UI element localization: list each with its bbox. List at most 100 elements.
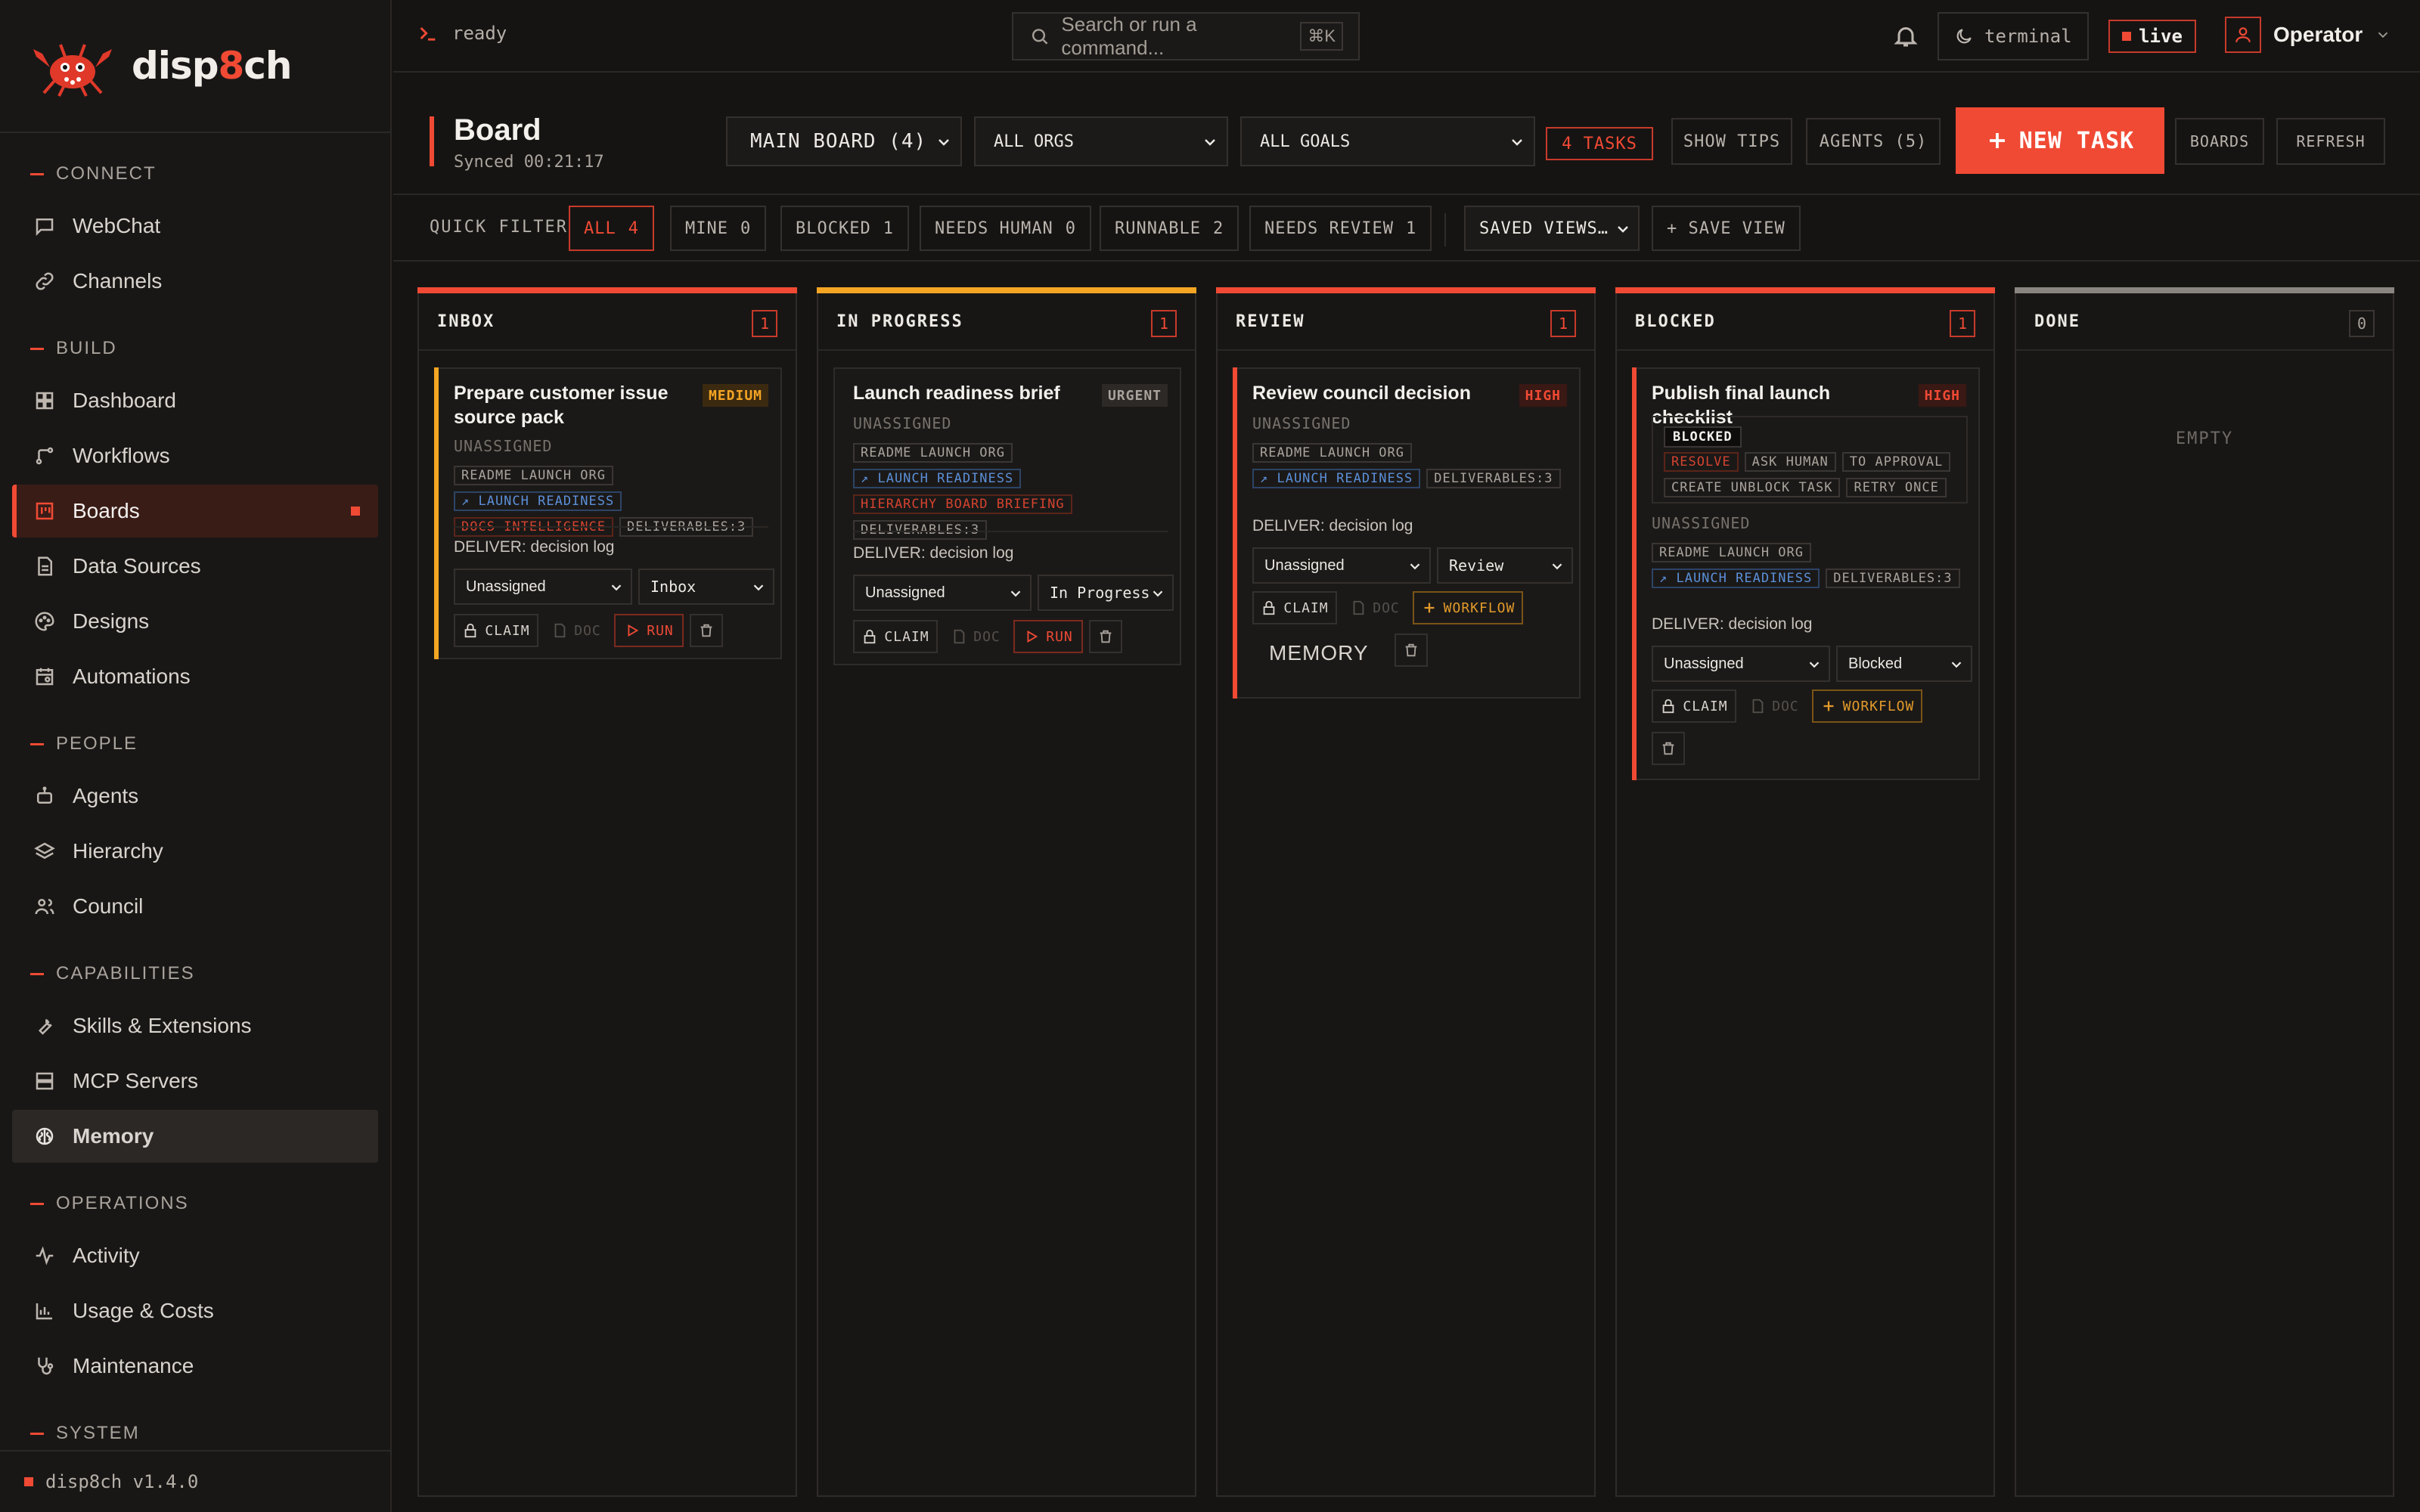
sidebar-item-automations[interactable]: Automations [12,650,378,703]
command-search[interactable]: Search or run a command... ⌘K [1012,12,1360,60]
workflow-button[interactable]: WORKFLOW [1812,689,1922,723]
task-card[interactable]: Launch readiness brief URGENT UNASSIGNED… [833,367,1181,665]
sidebar-item-data-sources[interactable]: Data Sources [12,540,378,593]
claim-button[interactable]: CLAIM [853,620,938,653]
file-icon [1353,600,1364,615]
tag-link[interactable]: ↗ LAUNCH READINESS [454,491,622,511]
status-select[interactable]: Inbox [638,569,774,605]
new-task-button[interactable]: NEW TASK [1956,107,2164,174]
tag-link[interactable]: ↗ LAUNCH READINESS [1252,469,1421,488]
task-card[interactable]: Publish final launch checklist HIGH BLOC… [1632,367,1980,780]
workflow-icon [36,447,54,465]
sidebar-item-workflows[interactable]: Workflows [12,429,378,482]
claim-button[interactable]: CLAIM [1252,591,1337,624]
status-select[interactable]: Blocked [1836,646,1972,682]
column-accent [417,287,797,293]
refresh-button[interactable]: REFRESH [2276,118,2385,165]
filter-blocked[interactable]: BLOCKED 1 [780,206,909,251]
doc-button[interactable]: DOC [1742,689,1806,723]
status-select[interactable]: Review [1437,547,1573,584]
doc-button[interactable]: DOC [1343,591,1407,624]
tag[interactable]: README LAUNCH ORG [1652,543,1811,562]
create-unblock-task-button[interactable]: CREATE UNBLOCK TASK [1664,478,1841,497]
blocked-badge: BLOCKED [1664,426,1742,448]
assignee-select[interactable]: Unassigned [1652,646,1830,682]
theme-toggle[interactable]: terminal [1938,12,2089,60]
brand[interactable]: disp8ch [0,0,390,133]
save-view-button[interactable]: + SAVE VIEW [1652,206,1801,251]
tag[interactable]: README LAUNCH ORG [853,443,1013,463]
filter-all[interactable]: ALL 4 [569,206,654,251]
sidebar-item-council[interactable]: Council [12,880,378,933]
section-operations: OPERATIONS [0,1188,390,1219]
claim-button[interactable]: CLAIM [1652,689,1736,723]
to-approval-button[interactable]: TO APPROVAL [1841,452,1951,472]
filter-needs-human[interactable]: NEEDS HUMAN 0 [920,206,1091,251]
column-header: REVIEW 1 [1218,293,1594,351]
sidebar-item-mcp-servers[interactable]: MCP Servers [12,1055,378,1108]
board-header: Board Synced 00:21:17 MAIN BOARD (4) ALL… [393,74,2420,195]
show-tips-button[interactable]: SHOW TIPS [1671,118,1792,165]
sidebar-item-memory[interactable]: Memory [12,1110,378,1163]
task-card[interactable]: Prepare customer issue source pack MEDIU… [434,367,782,659]
section-capabilities: CAPABILITIES [0,959,390,989]
filter-runnable[interactable]: RUNNABLE 2 [1100,206,1239,251]
sidebar-item-hierarchy[interactable]: Hierarchy [12,825,378,878]
plus-icon [1823,701,1834,711]
workflow-button[interactable]: WORKFLOW [1413,591,1523,624]
tag[interactable]: DELIVERABLES:3 [853,520,988,540]
sidebar-item-webchat[interactable]: WebChat [12,200,378,253]
run-button[interactable]: RUN [1013,620,1083,653]
sidebar-item-channels[interactable]: Channels [12,255,378,308]
run-button[interactable]: RUN [614,614,684,647]
sidebar-item-boards[interactable]: Boards [12,485,378,538]
resolve-button[interactable]: RESOLVE [1664,452,1739,472]
sidebar-item-usage-costs[interactable]: Usage & Costs [12,1284,378,1337]
user-menu[interactable]: Operator [2225,17,2391,53]
server-icon [36,1072,54,1090]
sidebar-item-maintenance[interactable]: Maintenance [12,1340,378,1393]
task-card[interactable]: Review council decision HIGH UNASSIGNED … [1233,367,1581,699]
filter-needs-review[interactable]: NEEDS REVIEW 1 [1249,206,1432,251]
lock-icon [465,623,476,638]
agents-button[interactable]: AGENTS (5) [1806,118,1941,165]
claim-button[interactable]: CLAIM [454,614,538,647]
sidebar-item-designs[interactable]: Designs [12,595,378,648]
sidebar-item-label: Data Sources [73,554,201,578]
delete-button[interactable] [1395,634,1428,667]
filter-mine[interactable]: MINE 0 [670,206,767,251]
assignee-select[interactable]: Unassigned [1252,547,1431,584]
sidebar-item-dashboard[interactable]: Dashboard [12,374,378,427]
doc-button[interactable]: DOC [944,620,1007,653]
delete-button[interactable] [1652,732,1685,765]
tag-link[interactable]: ↗ LAUNCH READINESS [1652,569,1820,588]
assignee-select[interactable]: Unassigned [454,569,632,605]
chevron-down-icon [1552,563,1562,570]
saved-views-select[interactable]: SAVED VIEWS… [1464,206,1640,251]
card-tags: README LAUNCH ORG ↗ LAUNCH READINESS DEL… [1652,543,1977,588]
tag-link[interactable]: ↗ LAUNCH READINESS [853,469,1022,488]
tag[interactable]: README LAUNCH ORG [454,466,613,485]
tag[interactable]: DELIVERABLES:3 [1826,569,1960,588]
doc-button[interactable]: DOC [544,614,608,647]
tag[interactable]: HIERARCHY BOARD BRIEFING [853,494,1072,514]
board-select[interactable]: MAIN BOARD (4) [726,116,962,166]
tag[interactable]: README LAUNCH ORG [1252,443,1412,463]
sidebar-item-label: Memory [73,1124,154,1148]
org-select[interactable]: ALL ORGS [974,116,1228,166]
delete-button[interactable] [1089,620,1122,653]
sidebar-item-agents[interactable]: Agents [12,770,378,823]
priority-badge: HIGH [1519,384,1567,407]
retry-once-button[interactable]: RETRY ONCE [1846,478,1947,497]
sidebar-item-label: Agents [73,784,139,807]
tag[interactable]: DELIVERABLES:3 [1426,469,1561,488]
sidebar-item-skills[interactable]: Skills & Extensions [12,999,378,1052]
delete-button[interactable] [690,614,723,647]
goal-select[interactable]: ALL GOALS [1240,116,1535,166]
assignee-select[interactable]: Unassigned [853,575,1032,611]
sidebar-item-activity[interactable]: Activity [12,1229,378,1282]
status-select[interactable]: In Progress [1038,575,1174,611]
bell-icon[interactable] [1892,23,1919,50]
boards-button[interactable]: BOARDS [2175,118,2264,165]
ask-human-button[interactable]: ASK HUMAN [1744,452,1836,472]
